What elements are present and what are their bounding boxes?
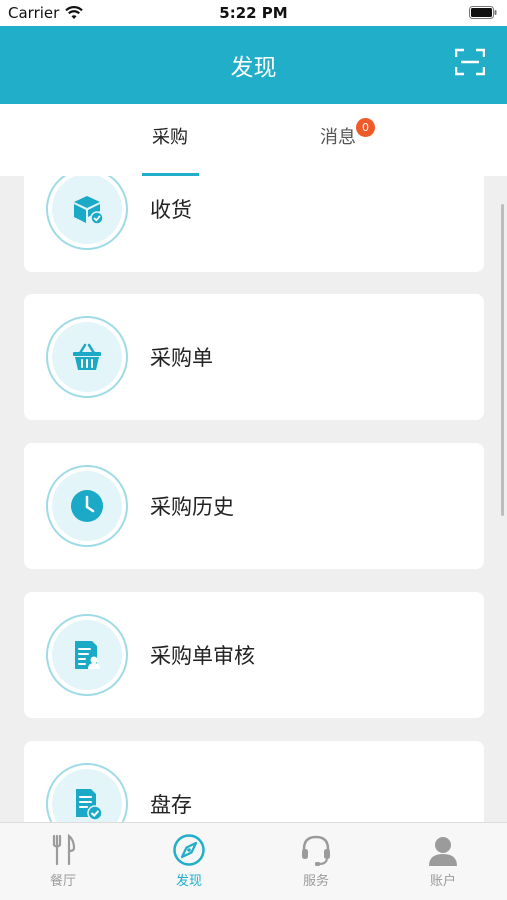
menu-item-label: 采购单 [150,346,213,370]
scan-icon[interactable] [455,48,485,76]
bottom-tab-restaurant[interactable]: 餐厅 [0,823,126,900]
feature-list[interactable]: 收货 采购单 采购历史 采购单审核 盘存 [0,176,507,822]
document-user-icon [75,641,100,669]
tab-messages[interactable]: 消息 0 [278,104,398,176]
message-count-badge: 0 [356,118,375,137]
tab-messages-label: 消息 [320,127,356,148]
tab-purchase[interactable]: 采购 [110,104,230,176]
nav-bar: 发现 [0,26,507,104]
menu-icon-ring [46,763,128,822]
tab-purchase-label: 采购 [152,127,188,148]
package-icon [74,196,104,225]
status-time: 5:22 PM [219,4,288,22]
basket-icon [73,343,101,370]
menu-item-order-review[interactable]: 采购单审核 [24,592,484,718]
clock-icon [71,490,103,522]
battery-icon [469,6,497,19]
scrollbar[interactable] [501,204,504,516]
user-icon [429,837,457,866]
bottom-tab-label: 服务 [302,874,329,889]
menu-item-receive[interactable]: 收货 [24,176,484,272]
bottom-tab-label: 餐厅 [49,874,76,889]
menu-item-label: 收货 [150,198,192,222]
menu-item-label: 盘存 [150,793,192,817]
headset-icon [302,835,330,866]
page-title: 发现 [230,55,277,81]
menu-icon-ring [46,465,128,547]
menu-icon-ring [46,176,128,250]
tab-bar: 采购 消息 0 [0,104,507,176]
menu-item-purchase-history[interactable]: 采购历史 [24,443,484,569]
menu-item-label: 采购单审核 [150,644,255,668]
bottom-tab-service[interactable]: 服务 [253,823,379,900]
bottom-tab-discover[interactable]: 发现 [126,823,252,900]
menu-item-purchase-order[interactable]: 采购单 [24,294,484,420]
bottom-tab-label: 发现 [175,874,202,889]
bottom-tab-account[interactable]: 账户 [380,823,506,900]
checklist-icon [76,789,103,821]
compass-icon [173,834,205,866]
menu-icon-ring [46,614,128,696]
bottom-tab-label: 账户 [429,874,456,889]
status-bar: Carrier 5:22 PM [0,0,507,26]
bottom-tab-bar: 餐厅 发现 服务 账户 [0,822,507,900]
restaurant-icon [52,833,76,866]
menu-item-inventory[interactable]: 盘存 [24,741,484,822]
menu-item-label: 采购历史 [150,495,234,519]
menu-icon-ring [46,316,128,398]
